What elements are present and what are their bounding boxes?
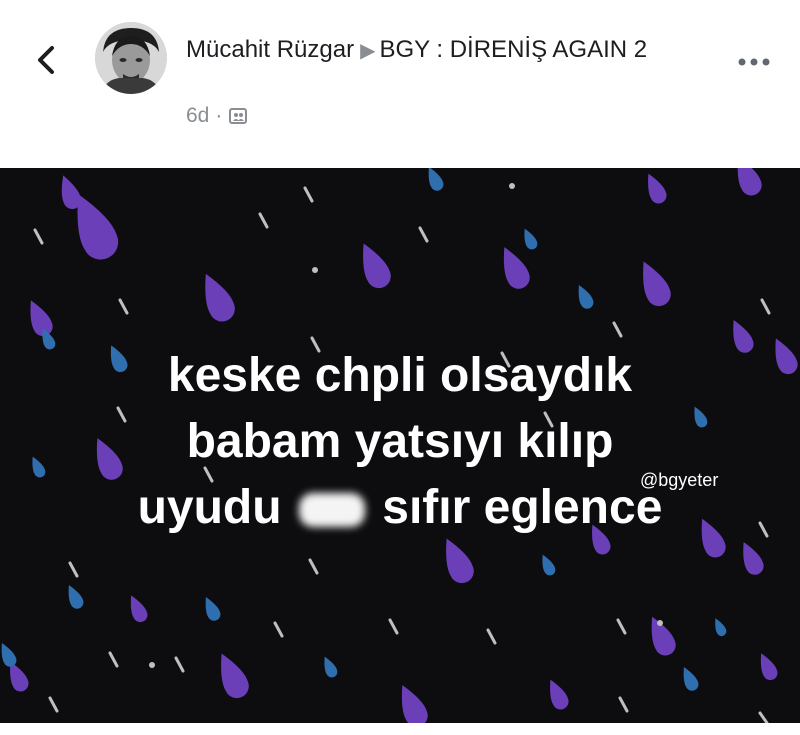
- avatar[interactable]: [95, 22, 167, 94]
- censored-word: [298, 493, 365, 528]
- watermark: @bgyeter: [640, 470, 719, 490]
- post-meta: 6d ·: [186, 104, 248, 128]
- back-button[interactable]: [28, 40, 64, 80]
- separator: ·: [215, 104, 223, 127]
- more-options-icon: [738, 58, 770, 66]
- caption-line-3-start: uyudu: [137, 481, 282, 534]
- post-title: Mücahit Rüzgar ▶ BGY : DİRENİŞ AGAIN 2: [186, 34, 706, 67]
- post-image[interactable]: keske chpli olsaydık babam yatsıyı kılıp…: [0, 168, 800, 723]
- caption-line-1: keske chpli olsaydık: [167, 349, 633, 402]
- author-name[interactable]: Mücahit Rüzgar: [186, 36, 354, 63]
- chevron-left-icon: [38, 46, 54, 74]
- group-name[interactable]: BGY : DİRENİŞ AGAIN 2: [379, 36, 647, 63]
- profile-photo: [95, 22, 167, 94]
- post-time[interactable]: 6d: [186, 104, 209, 128]
- caption-line-3-end: sıfır eglence: [382, 481, 663, 534]
- group-audience-icon: [229, 108, 248, 124]
- post-header: Mücahit Rüzgar ▶ BGY : DİRENİŞ AGAIN 2 6d …: [0, 0, 800, 168]
- bottom-divider: [0, 723, 800, 735]
- right-triangle-icon: ▶: [360, 40, 376, 62]
- image-caption: keske chpli olsaydık babam yatsıyı kılıp…: [0, 343, 800, 541]
- more-options-button[interactable]: [734, 50, 774, 74]
- caption-line-2: babam yatsıyı kılıp: [186, 415, 614, 468]
